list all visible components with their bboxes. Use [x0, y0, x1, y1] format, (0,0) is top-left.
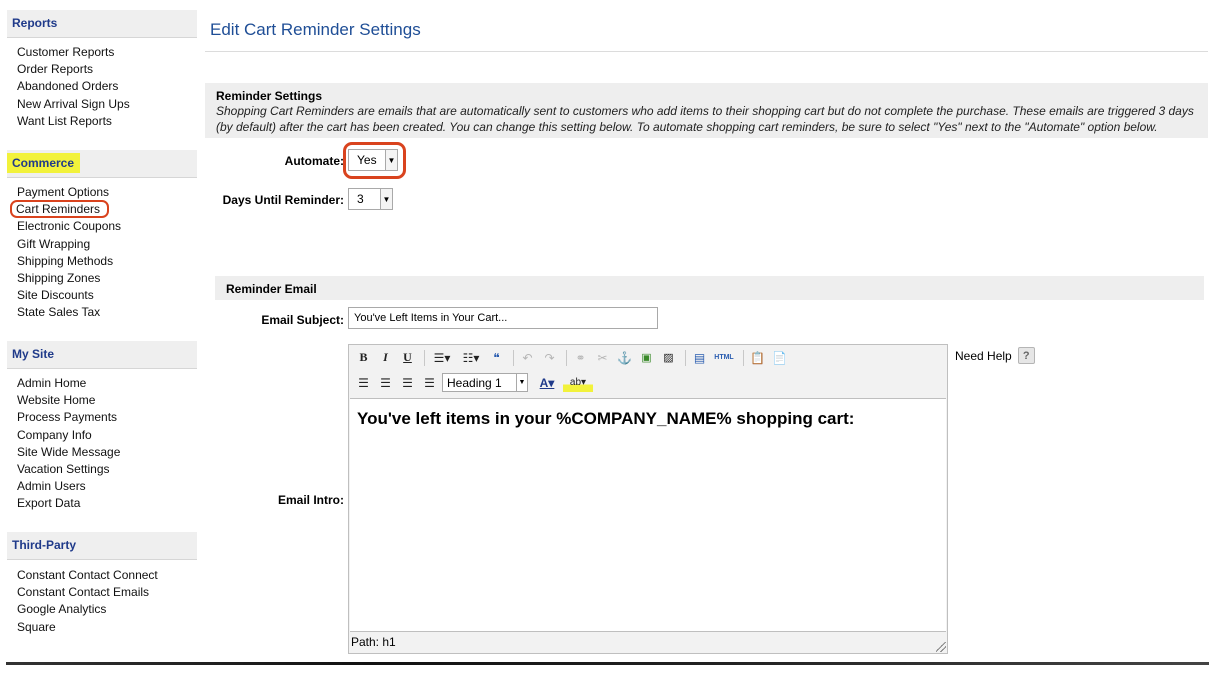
align-right-icon[interactable]: ☰: [398, 373, 417, 392]
sidebar-item-payment-options[interactable]: Payment Options: [17, 184, 197, 201]
bullet-list-icon[interactable]: ☰▾: [429, 348, 455, 367]
sidebar-item-site-wide-message[interactable]: Site Wide Message: [17, 444, 197, 461]
need-help-label: Need Help: [955, 348, 1012, 363]
unlink-icon[interactable]: ✂: [593, 348, 612, 367]
insert-image-icon[interactable]: ▣: [637, 348, 656, 367]
sidebar-item-admin-home[interactable]: Admin Home: [17, 375, 197, 392]
sidebar-heading-commerce[interactable]: Commerce: [7, 150, 197, 178]
window-bottom-edge: [6, 662, 1209, 665]
align-justify-icon[interactable]: ☰: [420, 373, 439, 392]
rich-text-editor: B I U ☰▾ ☷▾ ❝ ↶ ↷ ⚭ ✂ ⚓ ▣ ▨ ▤ HTML 📋 📄 ☰…: [348, 344, 948, 654]
sidebar-item-process-payments[interactable]: Process Payments: [17, 409, 197, 426]
chevron-down-icon: ▼: [380, 189, 392, 209]
sidebar-item-constant-contact-connect[interactable]: Constant Contact Connect: [17, 567, 197, 584]
days-until-reminder-label: Days Until Reminder:: [222, 193, 344, 207]
sidebar: Reports Customer Reports Order Reports A…: [7, 10, 197, 636]
sidebar-item-vacation-settings[interactable]: Vacation Settings: [17, 461, 197, 478]
resize-handle-icon[interactable]: [936, 642, 946, 652]
sidebar-item-want-list-reports[interactable]: Want List Reports: [17, 113, 197, 130]
sidebar-item-abandoned-orders[interactable]: Abandoned Orders: [17, 78, 197, 95]
html-button[interactable]: HTML: [712, 348, 736, 367]
help-button[interactable]: ?: [1017, 347, 1035, 364]
sidebar-item-state-sales-tax[interactable]: State Sales Tax: [17, 304, 197, 321]
sidebar-section-my-site: My Site Admin Home Website Home Process …: [7, 341, 197, 532]
blockquote-icon[interactable]: ❝: [487, 348, 506, 367]
reminder-email-title: Reminder Email: [226, 282, 317, 296]
toolbar-separator: [513, 349, 514, 366]
need-help: Need Help ?: [955, 347, 1035, 364]
image-icon[interactable]: ▨: [659, 348, 678, 367]
sidebar-item-electronic-coupons[interactable]: Electronic Coupons: [17, 218, 197, 235]
source-icon[interactable]: ▤: [690, 348, 709, 367]
anchor-icon[interactable]: ⚓: [615, 348, 634, 367]
automate-label: Automate:: [284, 154, 344, 168]
sidebar-section-third-party: Third-Party Constant Contact Connect Con…: [7, 532, 197, 636]
sidebar-item-company-info[interactable]: Company Info: [17, 427, 197, 444]
editor-toolbar-row-2: ☰ ☰ ☰ ☰ Heading 1 ▼ A▾ ab▾: [349, 370, 947, 395]
sidebar-item-website-home[interactable]: Website Home: [17, 392, 197, 409]
reminder-settings-description: Shopping Cart Reminders are emails that …: [216, 104, 1194, 134]
editor-content-area[interactable]: You've left items in your %COMPANY_NAME%…: [350, 398, 946, 632]
editor-toolbar-row-1: B I U ☰▾ ☷▾ ❝ ↶ ↷ ⚭ ✂ ⚓ ▣ ▨ ▤ HTML 📋 📄: [349, 345, 947, 370]
sidebar-section-commerce: Commerce Payment Options Cart Reminders …: [7, 150, 197, 341]
sidebar-item-export-data[interactable]: Export Data: [17, 495, 197, 512]
sidebar-item-square[interactable]: Square: [17, 619, 197, 636]
sidebar-item-constant-contact-emails[interactable]: Constant Contact Emails: [17, 584, 197, 601]
highlight-color-icon[interactable]: ab▾: [563, 373, 593, 392]
align-center-icon[interactable]: ☰: [376, 373, 395, 392]
editor-path-status: Path: h1: [351, 635, 396, 649]
reminder-settings-panel: Reminder Settings Shopping Cart Reminder…: [205, 83, 1208, 138]
toolbar-separator: [566, 349, 567, 366]
browser-page: Reports Customer Reports Order Reports A…: [0, 0, 1215, 673]
email-subject-input[interactable]: You've Left Items in Your Cart...: [348, 307, 658, 329]
paste-icon[interactable]: 📋: [748, 348, 767, 367]
reminder-email-panel: Reminder Email: [215, 276, 1204, 300]
sidebar-item-order-reports[interactable]: Order Reports: [17, 61, 197, 78]
chevron-down-icon: ▼: [516, 374, 527, 391]
sidebar-item-site-discounts[interactable]: Site Discounts: [17, 287, 197, 304]
toolbar-separator: [743, 349, 744, 366]
days-until-reminder-select[interactable]: 3 ▼: [348, 188, 393, 210]
sidebar-heading-third-party[interactable]: Third-Party: [7, 532, 197, 560]
italic-icon[interactable]: I: [376, 348, 395, 367]
redo-icon[interactable]: ↷: [540, 348, 559, 367]
undo-icon[interactable]: ↶: [518, 348, 537, 367]
reminder-settings-title: Reminder Settings: [216, 89, 323, 103]
email-subject-label: Email Subject:: [261, 313, 344, 327]
sidebar-item-google-analytics[interactable]: Google Analytics: [17, 601, 197, 618]
sidebar-item-cart-reminders[interactable]: Cart Reminders: [10, 200, 197, 219]
sidebar-section-reports: Reports Customer Reports Order Reports A…: [7, 10, 197, 150]
format-select[interactable]: Heading 1 ▼: [442, 373, 528, 392]
bold-icon[interactable]: B: [354, 348, 373, 367]
sidebar-item-admin-users[interactable]: Admin Users: [17, 478, 197, 495]
sidebar-heading-my-site[interactable]: My Site: [7, 341, 197, 369]
underline-icon[interactable]: U: [398, 348, 417, 367]
email-intro-label: Email Intro:: [277, 493, 344, 507]
numbered-list-icon[interactable]: ☷▾: [458, 348, 484, 367]
sidebar-item-gift-wrapping[interactable]: Gift Wrapping: [17, 236, 197, 253]
link-icon[interactable]: ⚭: [571, 348, 590, 367]
email-intro-heading: You've left items in your %COMPANY_NAME%…: [357, 409, 855, 428]
align-left-icon[interactable]: ☰: [354, 373, 373, 392]
sidebar-item-customer-reports[interactable]: Customer Reports: [17, 44, 197, 61]
toolbar-separator: [424, 349, 425, 366]
sidebar-item-shipping-zones[interactable]: Shipping Zones: [17, 270, 197, 287]
paste-word-icon[interactable]: 📄: [770, 348, 789, 367]
main-content: Edit Cart Reminder Settings Reminder Set…: [205, 10, 1208, 138]
text-color-icon[interactable]: A▾: [534, 373, 560, 392]
sidebar-heading-reports[interactable]: Reports: [7, 10, 197, 38]
sidebar-item-new-arrival-sign-ups[interactable]: New Arrival Sign Ups: [17, 96, 197, 113]
highlight-ring-automate: [343, 142, 406, 179]
page-title: Edit Cart Reminder Settings: [205, 10, 1208, 52]
sidebar-item-shipping-methods[interactable]: Shipping Methods: [17, 253, 197, 270]
toolbar-separator: [685, 349, 686, 366]
